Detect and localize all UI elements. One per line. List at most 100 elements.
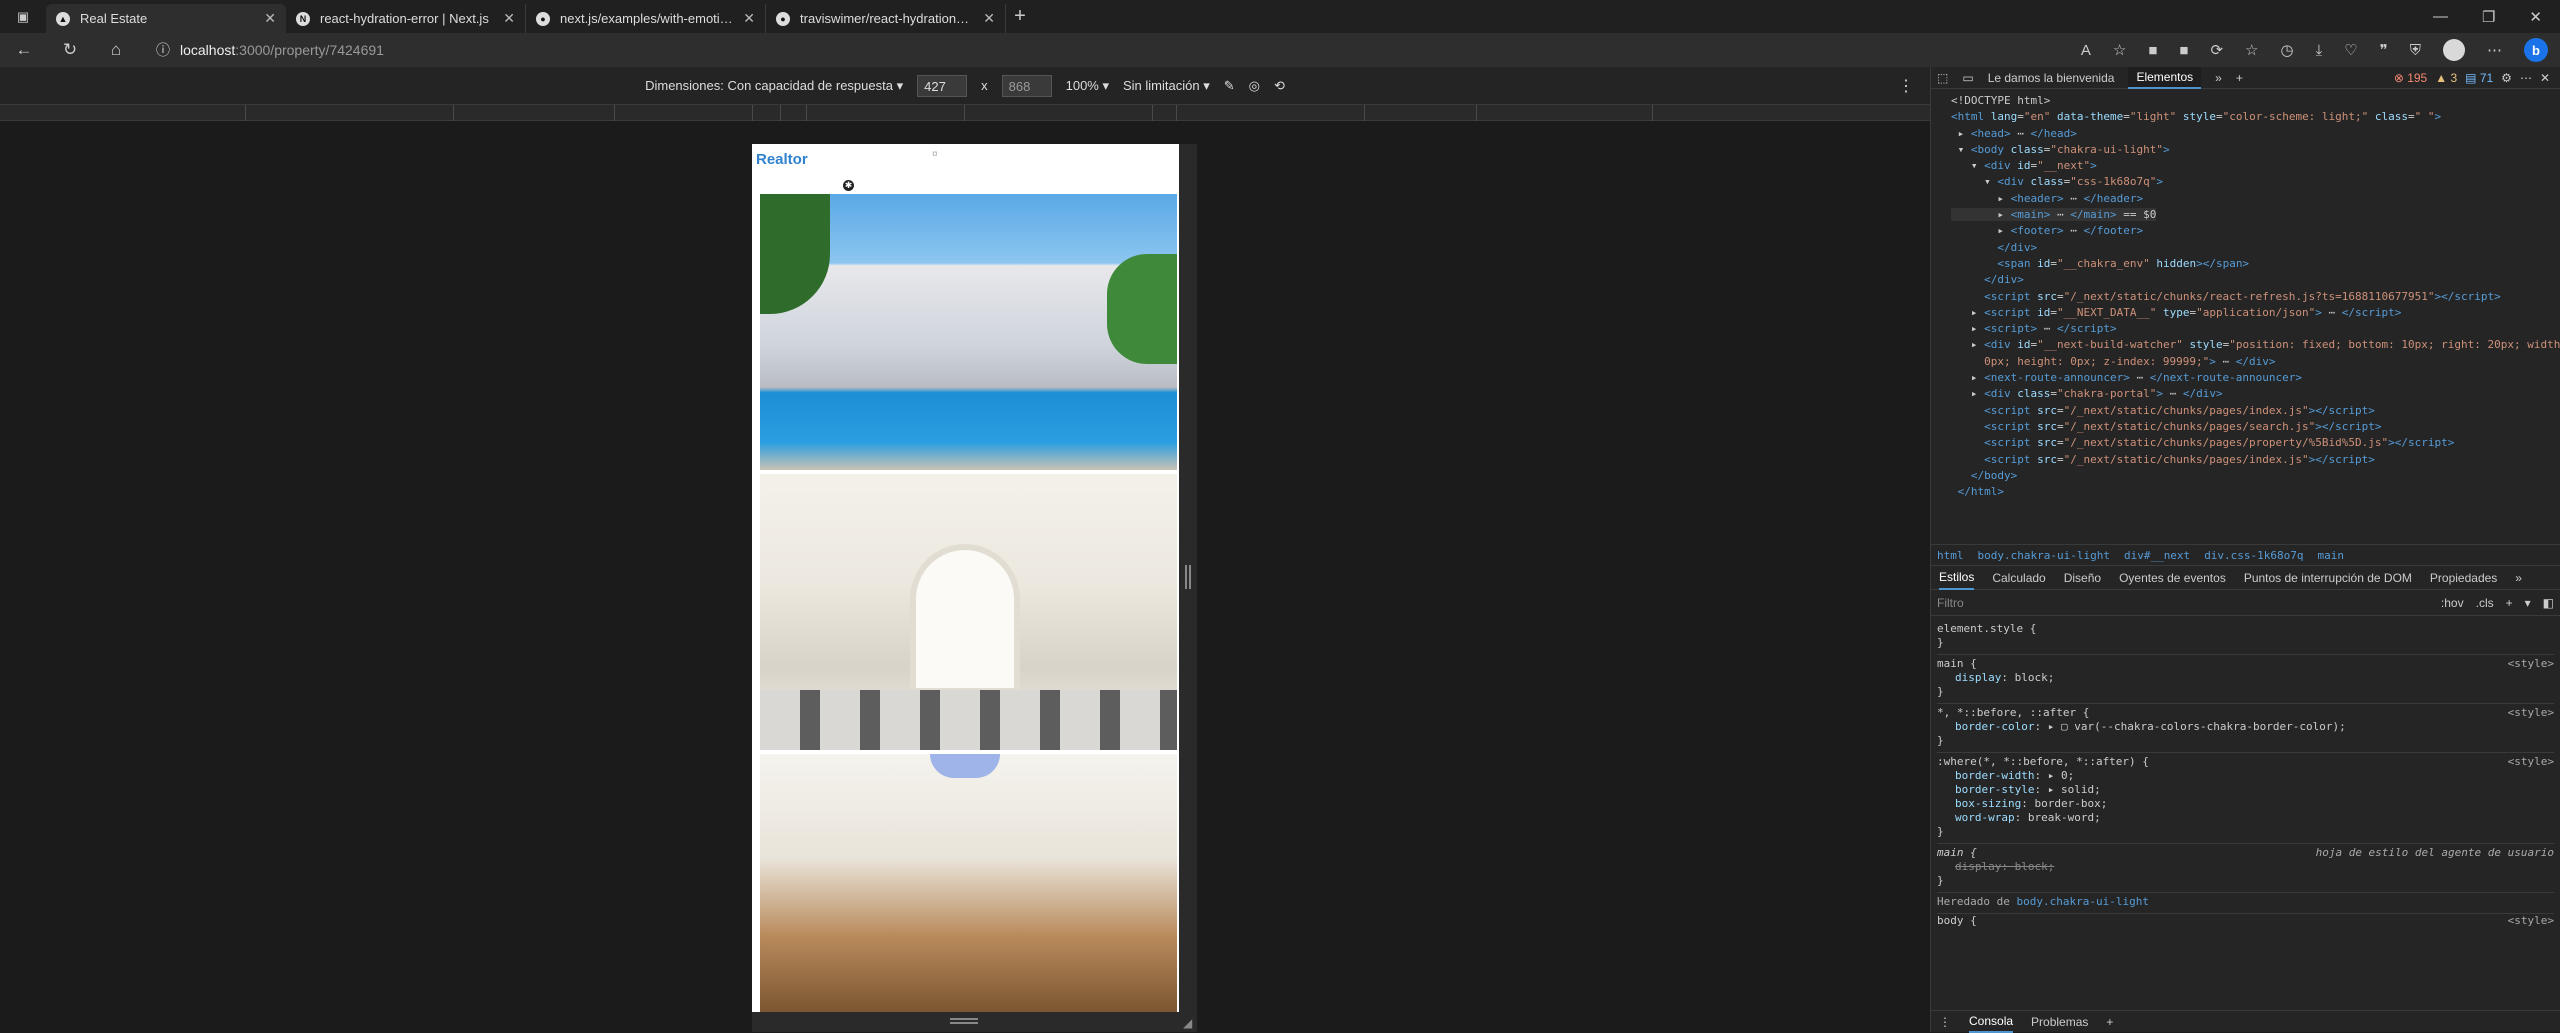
- tab-problems[interactable]: Problemas: [2031, 1015, 2088, 1029]
- add-drawer-tab-icon[interactable]: +: [2106, 1015, 2113, 1029]
- rotate-icon[interactable]: ⟲: [1274, 78, 1285, 94]
- issue-counts[interactable]: ⊗ 195 ▲ 3 ▤ 71 ⚙ ⋯ ✕: [2394, 71, 2560, 85]
- inspect-icon[interactable]: ⬚: [1937, 71, 1948, 85]
- github-favicon-icon: ●: [776, 11, 790, 26]
- subtab-layout[interactable]: Diseño: [2064, 571, 2101, 585]
- settings-gear-icon[interactable]: ⚙: [2501, 71, 2512, 85]
- hov-toggle[interactable]: :hov: [2441, 596, 2464, 610]
- vision-icon[interactable]: ◎: [1249, 78, 1260, 94]
- more-subtabs-icon[interactable]: »: [2515, 571, 2522, 585]
- dom-tree[interactable]: <!DOCTYPE html> <html lang="en" data-the…: [1931, 89, 2560, 544]
- dimensions-label: Dimensiones: Con capacidad de respuesta: [645, 77, 893, 93]
- close-tab-icon[interactable]: ✕: [503, 10, 515, 27]
- performance-icon[interactable]: ♡: [2344, 41, 2357, 59]
- media-query-ruler[interactable]: [0, 105, 1930, 121]
- property-photo-dining: [760, 754, 1177, 1012]
- tab-welcome[interactable]: Le damos la bienvenida: [1988, 71, 2115, 85]
- subtab-event-listeners[interactable]: Oyentes de eventos: [2119, 571, 2226, 585]
- more-icon[interactable]: ⋯: [2487, 41, 2502, 59]
- close-tab-icon[interactable]: ✕: [983, 10, 995, 27]
- nextjs-favicon-icon: N: [296, 11, 310, 26]
- restore-icon[interactable]: ❐: [2482, 8, 2495, 26]
- subtab-styles[interactable]: Estilos: [1939, 566, 1975, 590]
- tab-traviswimer[interactable]: ● traviswimer/react-hydration-pro ✕: [766, 4, 1006, 33]
- downloads-icon[interactable]: ⤓: [2316, 42, 2323, 59]
- cls-toggle[interactable]: .cls: [2476, 596, 2494, 610]
- property-photo-pool: [760, 194, 1177, 470]
- profile-avatar[interactable]: [2443, 39, 2465, 61]
- close-tab-icon[interactable]: ✕: [743, 10, 755, 27]
- subtab-dom-breakpoints[interactable]: Puntos de interrupción de DOM: [2244, 571, 2412, 585]
- breadcrumb-item[interactable]: div#__next: [2124, 549, 2190, 562]
- corner-resize-icon[interactable]: ◢: [1183, 1016, 1192, 1030]
- styles-filter-input[interactable]: Filtro: [1937, 596, 1964, 610]
- devtools-more-icon[interactable]: ⋯: [2520, 71, 2532, 85]
- throttle-dropdown[interactable]: Sin limitación ▾: [1123, 78, 1210, 94]
- window-controls: — ❐ ✕: [2433, 8, 2560, 26]
- paint-icon[interactable]: ▾: [2525, 596, 2531, 610]
- menu-icon[interactable]: ✱: [843, 180, 854, 191]
- address-bar[interactable]: ⓘ localhost:3000/property/7424691: [156, 40, 2059, 60]
- breadcrumb-item[interactable]: main: [2318, 549, 2345, 562]
- favorites-icon[interactable]: ☆: [2245, 41, 2258, 59]
- inherited-from-link[interactable]: body.chakra-ui-light: [2016, 895, 2148, 908]
- error-count: 195: [2407, 70, 2428, 85]
- extension-icon[interactable]: ■: [2179, 42, 2188, 59]
- tab-elements[interactable]: Elementos: [2128, 66, 2202, 89]
- bottom-resize-grip-icon[interactable]: [950, 1018, 978, 1024]
- right-resize-grip-icon[interactable]: [1185, 565, 1191, 589]
- drawer-more-icon[interactable]: ⋮: [1939, 1015, 1951, 1029]
- tab-real-estate[interactable]: ▲ Real Estate ✕: [46, 4, 286, 33]
- close-devtools-icon[interactable]: ✕: [2540, 71, 2550, 85]
- site-brand[interactable]: Realtor: [756, 151, 808, 168]
- refresh-extension-icon[interactable]: ⟳: [2210, 41, 2223, 59]
- quote-icon[interactable]: ❞: [2380, 41, 2388, 59]
- navigation-bar: ← ↻ ⌂ ⓘ localhost:3000/property/7424691 …: [0, 33, 2560, 67]
- device-toggle-icon[interactable]: ▭: [1962, 71, 1973, 85]
- breadcrumb-item[interactable]: html: [1937, 549, 1964, 562]
- home-icon[interactable]: ⌂: [104, 40, 128, 60]
- bing-copilot-icon[interactable]: b: [2524, 38, 2548, 62]
- height-input[interactable]: 868: [1001, 74, 1052, 97]
- subtab-properties[interactable]: Propiedades: [2430, 571, 2497, 585]
- close-window-icon[interactable]: ✕: [2529, 8, 2542, 26]
- favorite-star-icon[interactable]: ☆: [2113, 41, 2126, 59]
- more-tabs-icon[interactable]: »: [2215, 71, 2222, 85]
- tab-console[interactable]: Consola: [1969, 1011, 2014, 1033]
- zoom-dropdown[interactable]: 100% ▾: [1066, 78, 1109, 94]
- no-touch-icon[interactable]: ✎: [1224, 78, 1235, 94]
- tab-title: Real Estate: [80, 11, 148, 26]
- breadcrumb-item[interactable]: div.css-1k68o7q: [2204, 549, 2303, 562]
- minimize-icon[interactable]: —: [2433, 8, 2448, 26]
- new-rule-icon[interactable]: +: [2506, 596, 2513, 610]
- device-more-icon[interactable]: ⋮: [1898, 76, 1914, 96]
- warning-count: 3: [2450, 70, 2458, 85]
- tab-actions-icon[interactable]: ▣: [0, 9, 46, 25]
- tab-react-hydration-error[interactable]: N react-hydration-error | Next.js ✕: [286, 4, 526, 33]
- history-icon[interactable]: ◷: [2280, 41, 2293, 59]
- sidebar-toggle-icon[interactable]: ◧: [2543, 596, 2554, 610]
- dimensions-dropdown[interactable]: Dimensiones: Con capacidad de respuesta …: [645, 78, 903, 94]
- inherited-label: Heredado de: [1937, 895, 2010, 908]
- back-icon[interactable]: ←: [12, 40, 36, 60]
- read-aloud-icon[interactable]: A: [2081, 42, 2091, 59]
- close-tab-icon[interactable]: ✕: [264, 10, 276, 27]
- width-input[interactable]: 427: [917, 74, 968, 97]
- tab-title: react-hydration-error | Next.js: [320, 11, 489, 26]
- styles-filter-bar: Filtro :hov .cls + ▾ ◧: [1931, 590, 2560, 616]
- tab-nextjs-examples[interactable]: ● next.js/examples/with-emotion a ✕: [526, 4, 766, 33]
- drawer-tabs: ⋮ Consola Problemas +: [1931, 1010, 2560, 1033]
- shield-icon[interactable]: ⛨: [2410, 42, 2421, 59]
- tab-title: traviswimer/react-hydration-pro: [800, 11, 974, 26]
- url-path: :3000/property/7424691: [235, 42, 384, 58]
- extension-icon[interactable]: ■: [2148, 42, 2157, 59]
- refresh-icon[interactable]: ↻: [58, 40, 82, 60]
- devtools-tabs: ⬚ ▭ Le damos la bienvenida Elementos » +…: [1931, 66, 2560, 89]
- new-tab-button[interactable]: +: [1006, 5, 1034, 28]
- site-info-icon[interactable]: ⓘ: [156, 40, 170, 60]
- tab-title: next.js/examples/with-emotion a: [560, 11, 734, 26]
- breadcrumb-item[interactable]: body.chakra-ui-light: [1978, 549, 2110, 562]
- add-tab-icon[interactable]: +: [2236, 71, 2243, 85]
- style-rules[interactable]: element.style {} main {<style> display: b…: [1931, 616, 2560, 986]
- subtab-computed[interactable]: Calculado: [1992, 571, 2045, 585]
